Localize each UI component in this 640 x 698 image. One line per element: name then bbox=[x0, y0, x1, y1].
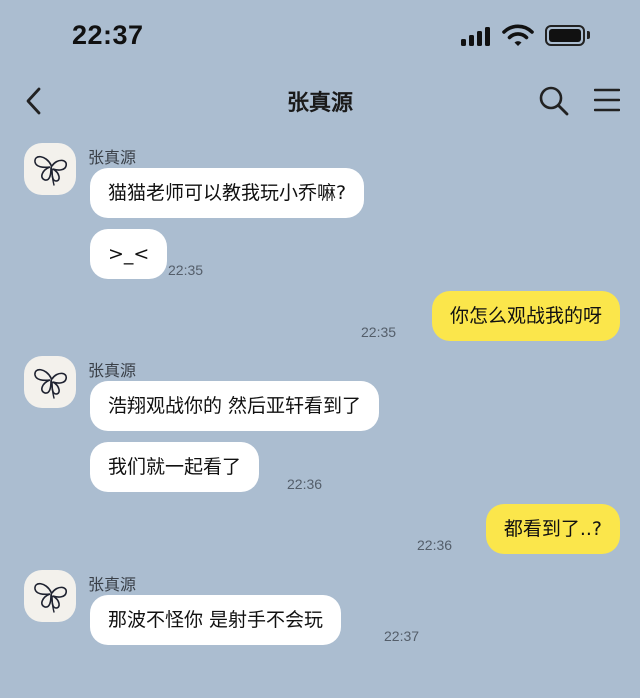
message-time: 22:36 bbox=[417, 537, 453, 553]
avatar[interactable] bbox=[24, 143, 76, 195]
search-icon[interactable] bbox=[538, 85, 570, 117]
message-time: 22:36 bbox=[287, 476, 323, 492]
message-bubble-outgoing[interactable]: 都看到了..? bbox=[485, 504, 620, 554]
avatar-butterfly-icon bbox=[34, 155, 67, 186]
status-time: 22:37 bbox=[72, 20, 144, 50]
message-time: 22:35 bbox=[361, 324, 397, 340]
chat-header: 张真源 bbox=[0, 75, 640, 125]
message-bubble-incoming[interactable]: 那波不怪你 是射手不会玩 bbox=[90, 595, 342, 645]
battery-icon bbox=[545, 25, 585, 46]
message-bubble-outgoing[interactable]: 你怎么观战我的呀 bbox=[431, 291, 620, 341]
signal-icon bbox=[461, 26, 493, 46]
message-bubble-incoming[interactable]: 浩翔观战你的 然后亚轩看到了 bbox=[90, 381, 380, 431]
sender-name: 张真源 bbox=[88, 361, 137, 380]
message-time: 22:37 bbox=[384, 628, 420, 644]
message-time: 22:35 bbox=[168, 262, 204, 278]
message-bubble-incoming[interactable]: >_< bbox=[90, 229, 168, 279]
message-bubble-incoming[interactable]: 猫猫老师可以教我玩小乔嘛? bbox=[90, 168, 365, 218]
battery-cap bbox=[587, 31, 590, 39]
wifi-icon bbox=[502, 24, 534, 46]
status-bar: 22:37 bbox=[0, 0, 640, 70]
sender-name: 张真源 bbox=[88, 575, 137, 594]
message-bubble-incoming[interactable]: 我们就一起看了 bbox=[90, 442, 260, 492]
sender-name: 张真源 bbox=[88, 148, 137, 167]
avatar[interactable] bbox=[24, 356, 76, 408]
menu-icon[interactable] bbox=[594, 88, 620, 112]
avatar-butterfly-icon bbox=[34, 582, 67, 613]
avatar[interactable] bbox=[24, 570, 76, 622]
avatar-butterfly-icon bbox=[34, 368, 67, 399]
